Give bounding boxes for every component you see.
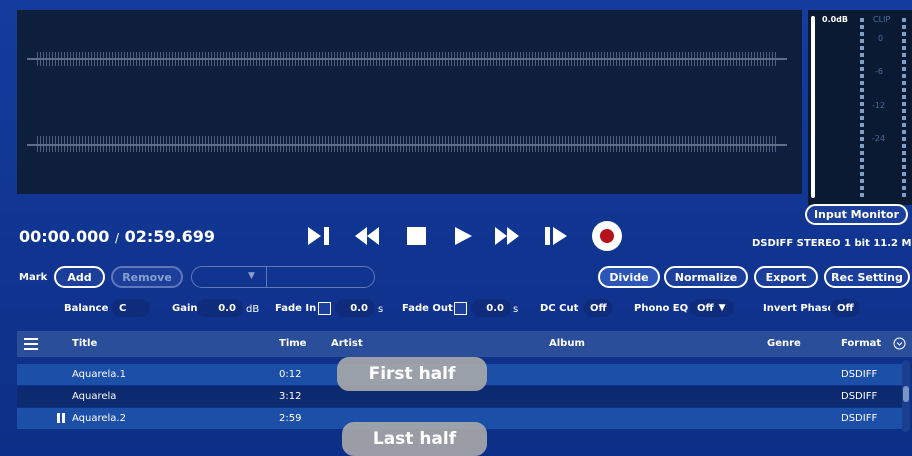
- dc-cut-label: DC Cut: [540, 303, 579, 314]
- fade-out-label: Fade Out: [402, 303, 453, 314]
- divide-button[interactable]: Divide: [598, 266, 660, 288]
- first-half-overlay: First half: [337, 357, 487, 391]
- track-title: Aquarela: [72, 391, 117, 402]
- column-time[interactable]: Time: [279, 338, 306, 349]
- column-artist[interactable]: Artist: [331, 338, 363, 349]
- normalize-button[interactable]: Normalize: [664, 266, 748, 288]
- balance-label: Balance: [64, 303, 109, 314]
- meter-scale-24: -24: [872, 134, 886, 143]
- mark-label: Mark: [19, 272, 48, 283]
- invert-phase-label: Invert Phase: [763, 303, 835, 314]
- level-meter: 0.0dB CLIP 0 -6 -12 -24: [808, 10, 912, 205]
- fade-in-label: Fade In: [275, 303, 317, 314]
- gain-unit: dB: [246, 304, 260, 315]
- column-title[interactable]: Title: [72, 338, 97, 349]
- track-time: 3:12: [279, 391, 302, 402]
- app-window: 0.0dB CLIP 0 -6 -12 -24 00:00.000 / 02:5…: [0, 0, 912, 456]
- stop-icon[interactable]: [404, 223, 430, 249]
- track-time: 2:59: [279, 413, 302, 424]
- meter-scale-0: 0: [878, 34, 884, 43]
- meter-level-bar: [811, 16, 815, 198]
- time-display: 00:00.000 / 02:59.699: [19, 227, 215, 246]
- meter-dots-right: [902, 18, 906, 198]
- column-options-icon[interactable]: [893, 337, 906, 350]
- fade-out-value[interactable]: 0.0: [471, 299, 511, 317]
- remove-mark-button[interactable]: Remove: [111, 266, 183, 288]
- mark-selector-divider: [266, 267, 267, 287]
- pause-icon: [57, 413, 65, 423]
- input-monitor-button[interactable]: Input Monitor: [805, 204, 908, 225]
- meter-scale-6: -6: [875, 67, 883, 76]
- record-icon[interactable]: [591, 220, 623, 252]
- phono-eq-label: Phono EQ: [634, 303, 689, 314]
- meter-peak-label: 0.0dB: [822, 15, 848, 24]
- chevron-down-icon: ▼: [718, 303, 726, 313]
- track-time: 0:12: [279, 369, 302, 380]
- fade-out-unit: s: [513, 304, 519, 315]
- track-format: DSDIFF: [841, 391, 878, 402]
- track-title: Aquarela.2: [72, 413, 126, 424]
- column-format[interactable]: Format: [841, 338, 881, 349]
- fade-in-unit: s: [378, 304, 384, 315]
- phono-eq-value: Off: [697, 302, 714, 314]
- waveform-channel-left: [37, 52, 777, 66]
- export-button[interactable]: Export: [754, 266, 818, 288]
- waveform-channel-right: [37, 136, 777, 152]
- add-mark-button[interactable]: Add: [54, 266, 105, 288]
- fast-forward-icon[interactable]: [494, 223, 520, 249]
- fade-out-checkbox[interactable]: [454, 302, 467, 315]
- time-separator: /: [114, 231, 120, 245]
- rec-setting-button[interactable]: Rec Setting: [824, 266, 910, 288]
- scrollbar-thumb[interactable]: [903, 386, 909, 402]
- fade-in-value[interactable]: 0.0: [335, 299, 375, 317]
- track-format: DSDIFF: [841, 369, 878, 380]
- hamburger-menu-icon[interactable]: [24, 337, 38, 350]
- invert-phase-value[interactable]: Off: [830, 299, 860, 317]
- total-duration: 02:59.699: [124, 227, 216, 246]
- track-title: Aquarela.1: [72, 369, 126, 380]
- chevron-down-icon[interactable]: ▼: [248, 271, 255, 281]
- mark-selector[interactable]: ▼: [191, 266, 375, 288]
- last-half-overlay: Last half: [342, 422, 487, 456]
- track-list-scrollbar[interactable]: [902, 360, 910, 432]
- track-format: DSDIFF: [841, 413, 878, 424]
- phono-eq-dropdown[interactable]: Off ▼: [690, 299, 734, 317]
- meter-dots-left: [860, 18, 864, 198]
- frame-step-icon[interactable]: [543, 223, 569, 249]
- column-genre[interactable]: Genre: [767, 338, 801, 349]
- balance-value[interactable]: C: [112, 299, 150, 317]
- current-position: 00:00.000: [19, 227, 110, 246]
- meter-scale-12: -12: [872, 101, 886, 110]
- gain-label: Gain: [172, 303, 198, 314]
- dc-cut-value[interactable]: Off: [583, 299, 613, 317]
- gain-value[interactable]: 0.0: [197, 299, 243, 317]
- skip-to-next-marker-icon[interactable]: [306, 223, 332, 249]
- track-list-header: Title Time Artist Album Genre Format: [17, 331, 912, 357]
- rewind-icon[interactable]: [354, 223, 380, 249]
- format-info: DSDIFF STEREO 1 bit 11.2 MHz: [752, 238, 912, 249]
- column-album[interactable]: Album: [549, 338, 585, 349]
- meter-clip-label: CLIP: [873, 15, 891, 24]
- fade-in-checkbox[interactable]: [318, 302, 331, 315]
- waveform-display[interactable]: [17, 10, 802, 194]
- play-icon[interactable]: [450, 223, 476, 249]
